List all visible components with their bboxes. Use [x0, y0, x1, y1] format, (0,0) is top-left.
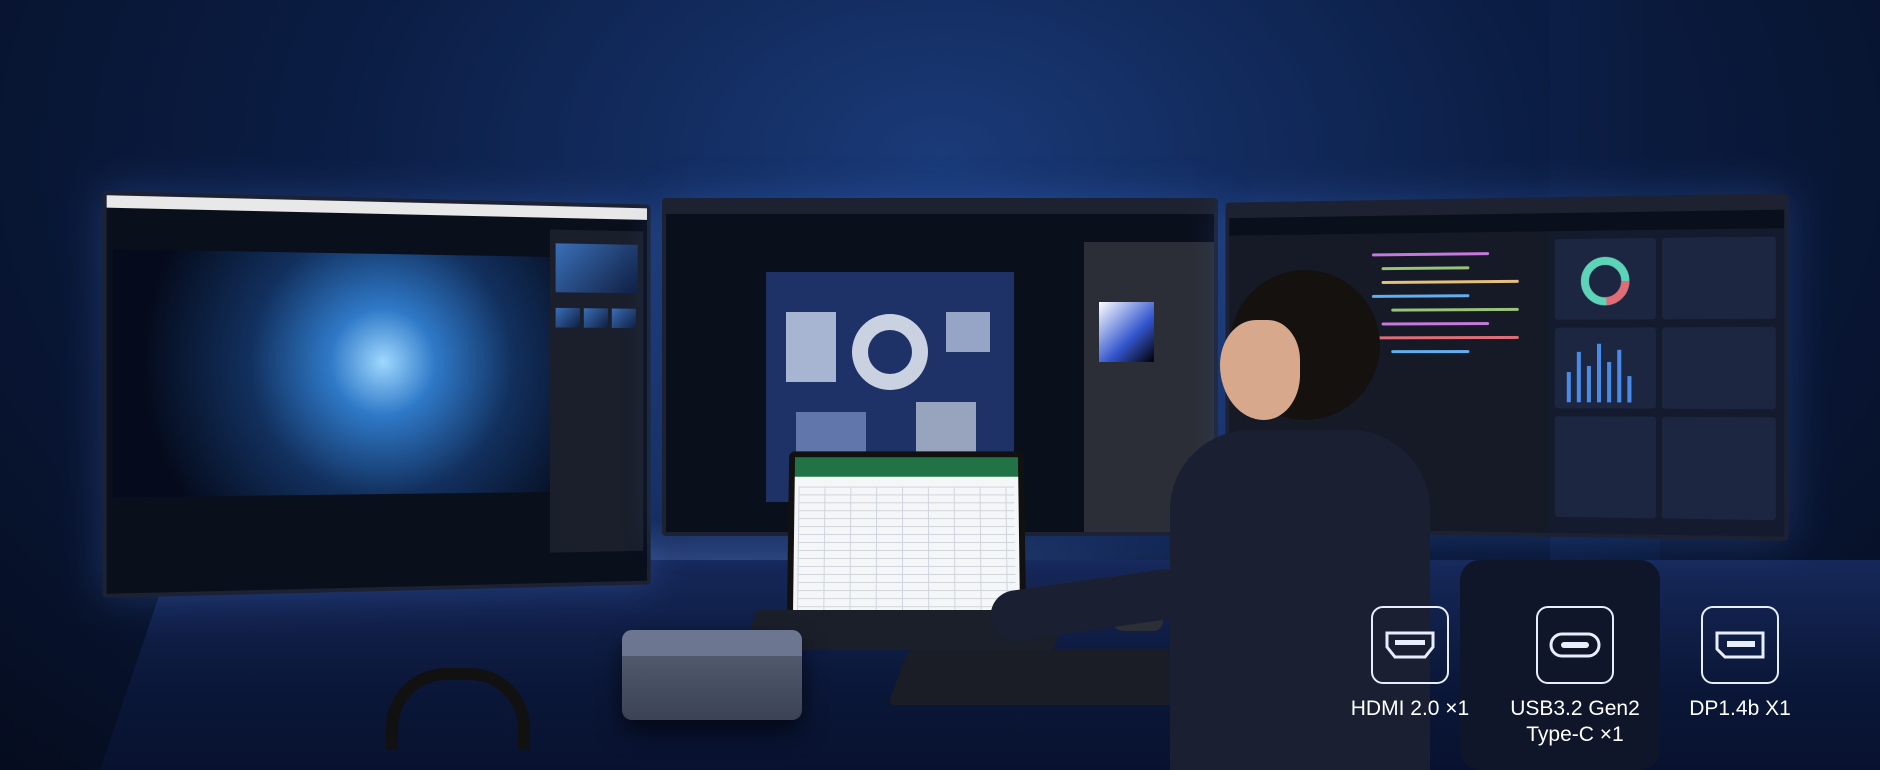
video-preview	[112, 249, 554, 498]
analytics-dashboard	[1548, 228, 1785, 537]
displayport-icon	[1701, 606, 1779, 684]
donut-chart-icon	[1555, 238, 1656, 320]
media-thumbnail	[583, 308, 609, 328]
spreadsheet-grid	[797, 486, 1016, 611]
port-displayport: DP1.4b X1	[1670, 606, 1810, 722]
media-thumbnail	[555, 243, 638, 294]
bar	[1566, 372, 1571, 403]
dashboard-card	[1554, 237, 1656, 320]
media-thumbnail	[555, 307, 581, 328]
media-thumbnail	[611, 308, 636, 329]
dashboard-card	[1554, 416, 1656, 519]
port-label: DP1.4b X1	[1689, 697, 1791, 720]
dashboard-card	[1662, 416, 1776, 521]
desk-scene: HDMI 2.0 ×1 USB3.2 Gen2 Type-C ×1 DP1.4b…	[0, 0, 1880, 770]
dashboard-card	[1662, 236, 1776, 320]
mini-pc-top	[622, 630, 802, 656]
bar	[1597, 343, 1602, 403]
left-monitor	[102, 190, 651, 599]
design-app-titlebar	[666, 202, 1214, 214]
laptop-screen	[786, 451, 1027, 623]
port-label: HDMI 2.0 ×1	[1350, 697, 1470, 720]
bar	[1607, 361, 1612, 403]
dashboard-card	[1662, 326, 1776, 410]
bar	[1627, 376, 1632, 403]
bar	[1617, 349, 1622, 403]
bar	[1586, 365, 1591, 403]
bar	[1576, 351, 1581, 403]
usb-c-port-icon	[1536, 606, 1614, 684]
dashboard-card	[1554, 327, 1656, 409]
video-editor-titlebar	[106, 195, 647, 220]
spreadsheet-ribbon	[794, 457, 1019, 477]
mini-pc	[622, 630, 802, 720]
browser-titlebar	[1229, 197, 1785, 219]
port-hdmi: HDMI 2.0 ×1	[1340, 606, 1480, 722]
media-panel	[549, 229, 644, 553]
ports-row: HDMI 2.0 ×1 USB3.2 Gen2 Type-C ×1 DP1.4b…	[1340, 606, 1820, 756]
port-label: USB3.2 Gen2 Type-C ×1	[1510, 697, 1640, 746]
port-usb-c: USB3.2 Gen2 Type-C ×1	[1505, 606, 1645, 748]
hdmi-port-icon	[1371, 606, 1449, 684]
person-face	[1220, 320, 1300, 420]
